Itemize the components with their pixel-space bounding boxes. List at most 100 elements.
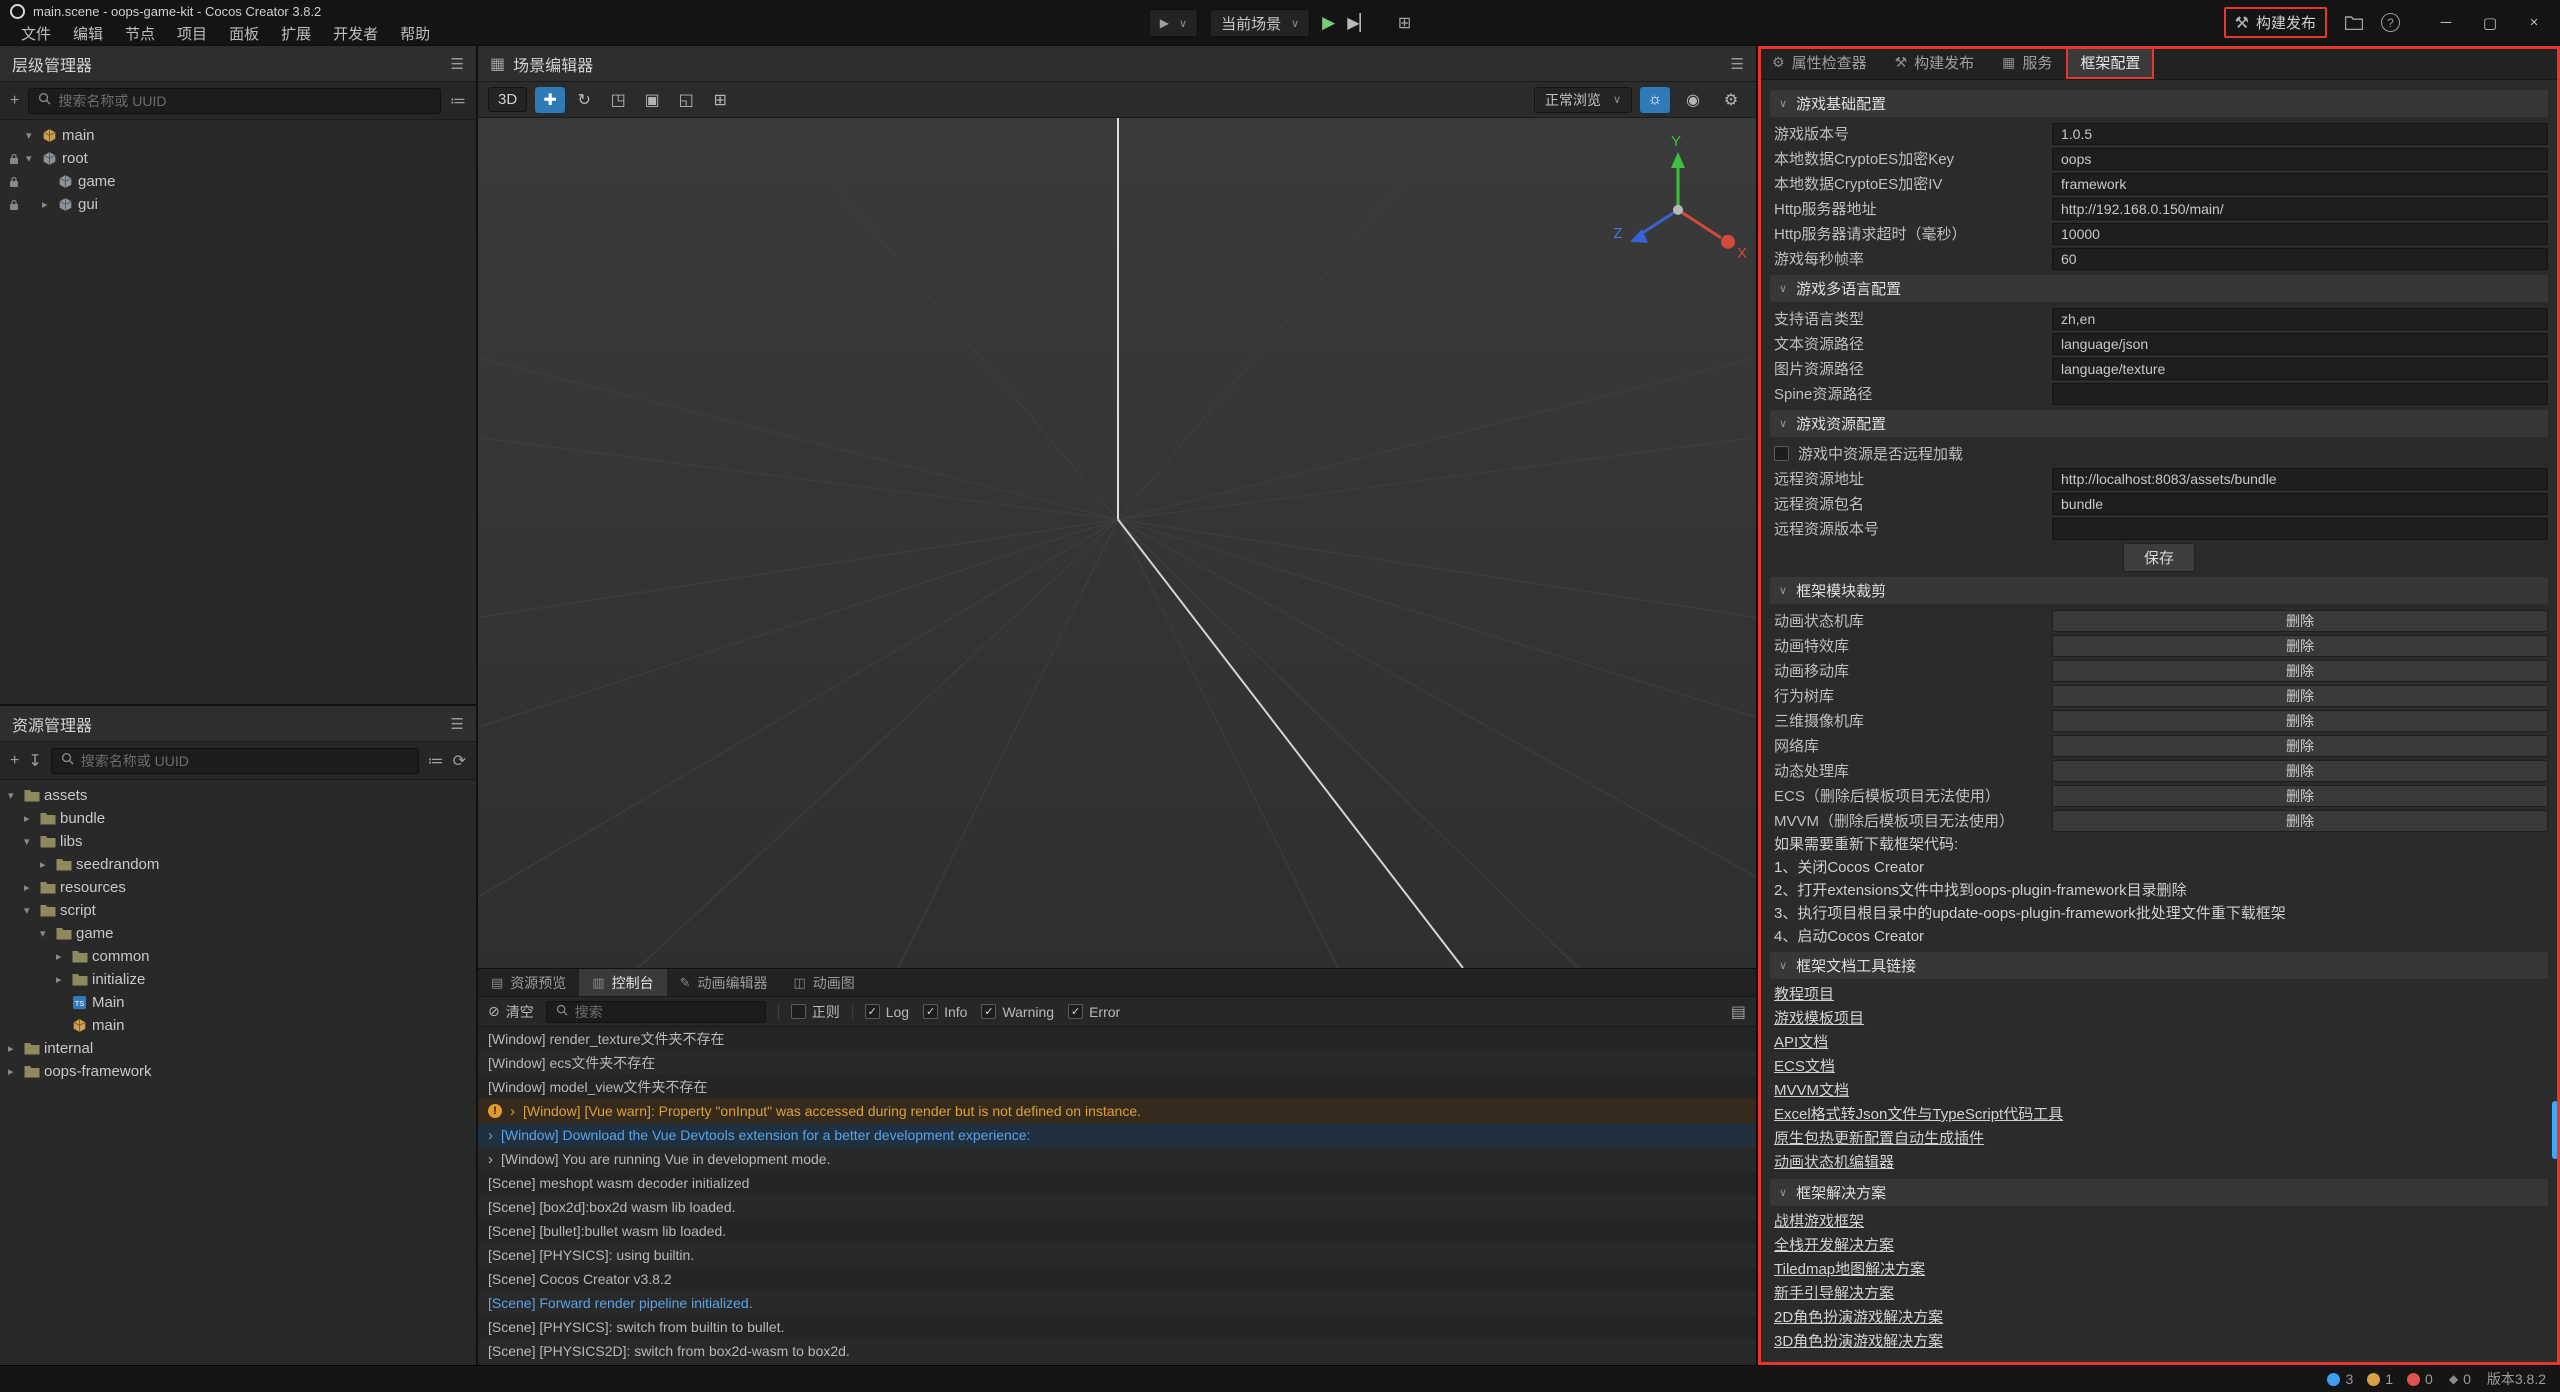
log-row[interactable]: [Scene] [PHYSICS2D]: switch from box2d-w… [478,1339,1756,1363]
help-icon[interactable]: ? [2381,13,2400,32]
log-row[interactable]: [Window] model_view文件夹不存在 [478,1075,1756,1099]
menu-item-4[interactable]: 面板 [218,23,270,44]
axis-gizmo[interactable]: Y X Z [1613,133,1747,262]
asset-node-seedrandom[interactable]: ▸seedrandom [0,853,476,876]
expander-icon[interactable]: ▸ [24,812,40,825]
asset-node-resources[interactable]: ▸resources [0,876,476,899]
delete-module-button[interactable]: 删除 [2052,610,2548,632]
field-input[interactable] [2052,383,2548,405]
notification-count[interactable]: ◆ 0 [2449,1371,2471,1387]
doc-link[interactable]: 2D角色扮演游戏解决方案 [1770,1306,1943,1330]
field-input[interactable] [2052,248,2548,270]
asset-node-main[interactable]: main [0,1014,476,1037]
preview-target-select[interactable]: ▶ ∨ [1149,9,1198,37]
log-row[interactable]: [Scene] Forward render pipeline initiali… [478,1291,1756,1315]
console-search-input[interactable] [575,1004,756,1020]
camera-settings-icon[interactable]: ◉ [1678,87,1708,113]
expander-icon[interactable]: ▾ [26,129,42,142]
menu-item-0[interactable]: 文件 [10,23,62,44]
import-asset-icon[interactable]: ↧ [28,751,41,771]
lighting-toggle-icon[interactable]: ☼ [1640,87,1670,113]
section-header-1[interactable]: ∨游戏多语言配置 [1770,275,2548,302]
expander-icon[interactable]: ▾ [24,904,40,917]
delete-module-button[interactable]: 删除 [2052,735,2548,757]
hierarchy-search-input[interactable] [58,93,431,109]
section-collapse-icon[interactable]: ∨ [1779,417,1787,430]
expander-icon[interactable]: ▸ [40,858,56,871]
expander-icon[interactable]: ▾ [24,835,40,848]
inspector-tab-0[interactable]: ⚙属性检查器 [1758,46,1881,79]
play-button[interactable]: ▶ [1322,13,1335,33]
scene-viewport[interactable]: Y X Z [478,118,1756,968]
status-count-error[interactable]: 0 [2407,1371,2433,1387]
panel-menu-icon[interactable]: ☰ [451,55,464,73]
section-header-5[interactable]: ∨框架解决方案 [1770,1179,2548,1206]
expander-icon[interactable]: ▾ [40,927,56,940]
inspector-tab-3[interactable]: 框架配置 [2066,46,2154,79]
expander-icon[interactable]: ▾ [8,789,24,802]
field-input[interactable] [2052,123,2548,145]
mode-3d-toggle[interactable]: 3D [488,87,527,112]
section-header-4[interactable]: ∨框架文档工具链接 [1770,952,2548,979]
asset-node-bundle[interactable]: ▸bundle [0,807,476,830]
delete-module-button[interactable]: 删除 [2052,635,2548,657]
section-collapse-icon[interactable]: ∨ [1779,282,1787,295]
view-mode-select[interactable]: 正常浏览 ∨ [1534,87,1632,113]
assets-refresh-icon[interactable]: ⟳ [453,751,466,771]
layout-grid-icon[interactable]: ⊞ [1398,13,1411,33]
checkbox[interactable] [1068,1004,1083,1019]
filter-info[interactable]: Info [923,1004,967,1020]
pivot-tool-icon[interactable]: ◱ [671,87,701,113]
panel-menu-icon[interactable]: ☰ [451,715,464,733]
asset-node-initialize[interactable]: ▸initialize [0,968,476,991]
log-row[interactable]: [Window] ecs文件夹不存在 [478,1051,1756,1075]
field-input[interactable] [2052,333,2548,355]
snap-tool-icon[interactable]: ⊞ [705,87,735,113]
filter-log[interactable]: Log [865,1004,909,1020]
field-input[interactable] [2052,518,2548,540]
minimize-button[interactable]: ─ [2424,0,2468,46]
doc-link[interactable]: MVVM文档 [1770,1079,1849,1103]
regex-checkbox[interactable] [791,1004,806,1019]
log-row[interactable]: [Scene] Cocos Creator v3.8.2 [478,1267,1756,1291]
doc-link[interactable]: 教程项目 [1770,983,1834,1007]
maximize-button[interactable]: ▢ [2468,0,2512,46]
rect-tool-icon[interactable]: ▣ [637,87,667,113]
move-tool-icon[interactable]: ✚ [535,87,565,113]
dashboard-folder-icon[interactable] [2345,16,2363,30]
section-collapse-icon[interactable]: ∨ [1779,97,1787,110]
expand-arrow-icon[interactable]: › [488,1127,493,1144]
regex-toggle[interactable]: 正则 [791,1002,840,1022]
log-row[interactable]: [Scene] [PHYSICS]: using builtin. [478,1243,1756,1267]
doc-link[interactable]: 原生包热更新配置自动生成插件 [1770,1127,1984,1151]
checkbox[interactable] [981,1004,996,1019]
asset-node-common[interactable]: ▸common [0,945,476,968]
asset-node-Main[interactable]: TSMain [0,991,476,1014]
menu-item-5[interactable]: 扩展 [270,23,322,44]
section-collapse-icon[interactable]: ∨ [1779,584,1787,597]
menu-item-3[interactable]: 项目 [166,23,218,44]
status-count-info[interactable]: 3 [2327,1371,2353,1387]
console-tab-1[interactable]: ▥控制台 [579,969,666,996]
log-row[interactable]: ›[Window] You are running Vue in develop… [478,1147,1756,1171]
field-input[interactable] [2052,198,2548,220]
section-header-3[interactable]: ∨框架模块裁剪 [1770,577,2548,604]
section-header-0[interactable]: ∨游戏基础配置 [1770,90,2548,117]
filter-error[interactable]: Error [1068,1004,1120,1020]
save-button[interactable]: 保存 [2123,543,2195,572]
delete-module-button[interactable]: 删除 [2052,785,2548,807]
status-count-warning[interactable]: 1 [2367,1371,2393,1387]
expander-icon[interactable]: ▸ [56,950,72,963]
remote-load-checkbox[interactable] [1774,446,1789,461]
field-input[interactable] [2052,308,2548,330]
expander-icon[interactable]: ▸ [8,1065,24,1078]
asset-node-script[interactable]: ▾script [0,899,476,922]
hierarchy-filter-icon[interactable]: ≔ [450,91,466,111]
scale-tool-icon[interactable]: ◳ [603,87,633,113]
assets-search-input[interactable] [81,753,409,769]
doc-link[interactable]: 动画状态机编辑器 [1770,1151,1894,1175]
expand-arrow-icon[interactable]: › [488,1151,493,1168]
doc-link[interactable]: 全栈开发解决方案 [1770,1234,1894,1258]
build-publish-button[interactable]: ⚒ 构建发布 [2224,7,2327,38]
scrollbar-thumb[interactable] [2552,1101,2558,1159]
